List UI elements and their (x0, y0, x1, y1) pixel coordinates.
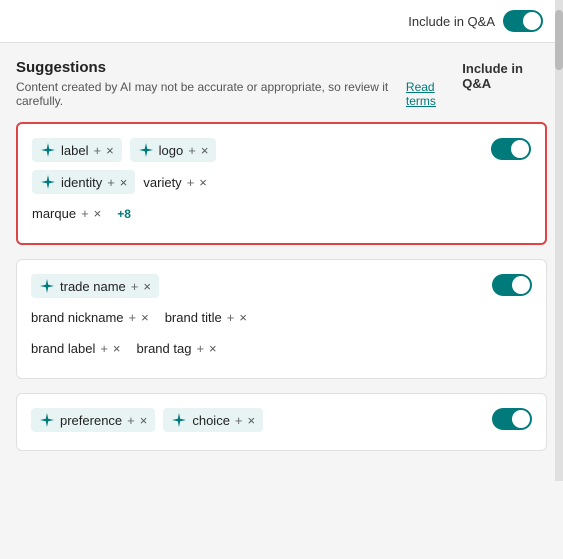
card-2-row-1: trade name + × (31, 274, 532, 298)
toggle-thumb (523, 12, 541, 30)
card-3-toggle[interactable] (492, 408, 532, 435)
card-1: label+× logo+× identity+×variety+×marque… (16, 122, 547, 245)
tag-text: preference (60, 413, 122, 428)
tag-remove[interactable]: × (94, 206, 102, 221)
toggle-track (491, 138, 531, 160)
tag-text: marque (32, 206, 76, 221)
tag-text: brand tag (137, 341, 192, 356)
toggle[interactable] (491, 138, 531, 160)
card-2-row-3: brand label + × brand tag + × (31, 337, 532, 360)
tag-plus[interactable]: + (196, 341, 204, 356)
tag-plus[interactable]: + (227, 310, 235, 325)
tag-text: choice (192, 413, 230, 428)
card-1-row-2: identity + × variety + × (32, 170, 531, 194)
toggle-thumb (512, 276, 530, 294)
more-badge-1[interactable]: +8 (117, 202, 131, 225)
tag-remove[interactable]: × (120, 175, 128, 190)
topbar-toggle[interactable] (503, 10, 543, 32)
tag-text: label (61, 143, 88, 158)
tag-plus[interactable]: + (93, 143, 101, 158)
toggle[interactable] (492, 274, 532, 296)
ai-sparkle-icon (39, 278, 55, 294)
suggestions-section: Suggestions Content created by AI may no… (16, 59, 462, 108)
tag-text: brand label (31, 341, 95, 356)
tag-remove[interactable]: × (106, 143, 114, 158)
tag-plus[interactable]: + (131, 279, 139, 294)
suggestions-subtitle: Content created by AI may not be accurat… (16, 80, 462, 108)
tag-3-1-1: preference + × (31, 408, 155, 432)
card-2: trade name + × brand nickname + × brand title +… (16, 259, 547, 379)
ai-sparkle-icon (138, 142, 154, 158)
ai-sparkle-icon (171, 412, 187, 428)
tag-2-3-2: brand tag + × (137, 337, 225, 360)
tag-plus[interactable]: + (187, 175, 195, 190)
card-1-row-1: label + × logo + × (32, 138, 531, 162)
card-3: preference + × choice + × (16, 393, 547, 451)
read-terms-link[interactable]: Read terms (406, 80, 462, 108)
toggle-track (503, 10, 543, 32)
tag-1-2-2: variety + × (143, 170, 214, 194)
tag-1-1-2: logo + × (130, 138, 217, 162)
tag-2-2-2: brand title + × (165, 306, 255, 329)
include-qna-header: Include in Q&A (462, 61, 547, 91)
card-3-row-1: preference + × choice + × (31, 408, 532, 432)
cards-container: label+× logo+× identity+×variety+×marque… (16, 122, 547, 451)
header-row: Suggestions Content created by AI may no… (16, 59, 547, 108)
card-2-row-2: brand nickname + × brand title + × (31, 306, 532, 329)
tag-plus[interactable]: + (129, 310, 137, 325)
ai-sparkle-icon (39, 412, 55, 428)
tag-2-3-1: brand label + × (31, 337, 129, 360)
card-2-toggle[interactable] (492, 274, 532, 301)
tag-remove[interactable]: × (141, 310, 149, 325)
tag-remove[interactable]: × (209, 341, 217, 356)
card-1-row-3: marque + × +8 (32, 202, 531, 225)
toggle-thumb (512, 410, 530, 428)
tag-remove[interactable]: × (143, 279, 151, 294)
toggle[interactable] (492, 408, 532, 430)
topbar-toggle-label: Include in Q&A (408, 14, 495, 29)
tag-1-1-1: label + × (32, 138, 122, 162)
scrollbar-thumb (555, 10, 563, 70)
tag-plus[interactable]: + (100, 341, 108, 356)
scrollbar[interactable] (555, 0, 563, 481)
tag-remove[interactable]: × (199, 175, 207, 190)
suggestions-title: Suggestions (16, 59, 462, 76)
ai-sparkle-icon (40, 174, 56, 190)
tag-text: brand title (165, 310, 222, 325)
tag-2-2-1: brand nickname + × (31, 306, 157, 329)
tag-plus[interactable]: + (188, 143, 196, 158)
tag-plus[interactable]: + (107, 175, 115, 190)
top-bar: Include in Q&A (0, 0, 563, 43)
toggle-track (492, 408, 532, 430)
tag-3-1-2: choice + × (163, 408, 263, 432)
tag-text: variety (143, 175, 181, 190)
tag-remove[interactable]: × (248, 413, 256, 428)
toggle-thumb (511, 140, 529, 158)
tag-text: brand nickname (31, 310, 124, 325)
tag-remove[interactable]: × (113, 341, 121, 356)
tag-remove[interactable]: × (140, 413, 148, 428)
main-content: Suggestions Content created by AI may no… (0, 43, 563, 481)
tag-remove[interactable]: × (239, 310, 247, 325)
suggestions-sub-text: Content created by AI may not be accurat… (16, 80, 400, 108)
tag-1-2-1: identity + × (32, 170, 135, 194)
tag-plus[interactable]: + (81, 206, 89, 221)
tag-text: identity (61, 175, 102, 190)
tag-text: logo (159, 143, 184, 158)
tag-remove[interactable]: × (201, 143, 209, 158)
tag-text: trade name (60, 279, 126, 294)
tag-2-1-1: trade name + × (31, 274, 159, 298)
ai-sparkle-icon (40, 142, 56, 158)
card-1-toggle[interactable] (491, 138, 531, 165)
tag-plus[interactable]: + (127, 413, 135, 428)
tag-plus[interactable]: + (235, 413, 243, 428)
toggle-track (492, 274, 532, 296)
tag-1-3-1: marque + × (32, 202, 109, 225)
